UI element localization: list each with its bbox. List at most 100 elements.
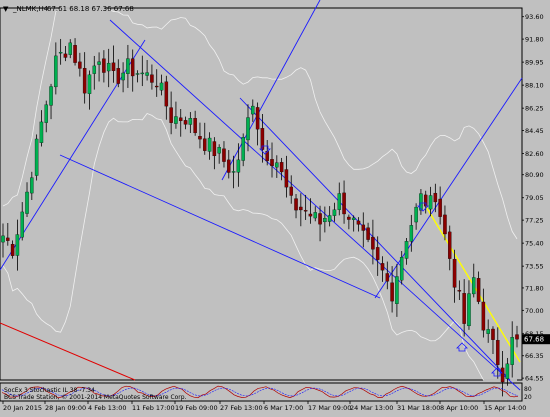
bull-candle xyxy=(236,159,241,173)
bear-candle xyxy=(183,120,188,125)
bull-candle xyxy=(25,191,29,214)
bull-candle xyxy=(39,121,44,143)
bull-candle xyxy=(30,177,34,194)
bull-candle xyxy=(92,65,97,74)
price-tick-label: 88.10 xyxy=(525,82,544,90)
bear-candle xyxy=(303,210,308,212)
price-tick-label: 93.60 xyxy=(525,13,544,21)
bear-candle xyxy=(299,206,303,211)
bull-candle xyxy=(332,209,337,216)
bull-candle xyxy=(188,118,193,125)
bull-candle xyxy=(472,277,476,295)
bear-candle xyxy=(390,282,394,302)
price-tick-label: 64.55 xyxy=(525,375,544,383)
bear-candle xyxy=(481,301,486,331)
bear-candle xyxy=(227,159,231,173)
price-tick-label: 84.45 xyxy=(525,127,544,135)
bear-candle xyxy=(178,117,183,122)
bear-candle xyxy=(212,141,217,157)
time-tick-label: 20 Jan 2015 xyxy=(3,404,42,412)
bear-candle xyxy=(361,224,366,231)
time-tick-label: 11 Feb 17:00 xyxy=(132,404,175,412)
bear-candle xyxy=(150,74,154,83)
bull-candle xyxy=(399,257,404,281)
bear-candle xyxy=(116,68,121,84)
price-chart[interactable]: 93.60 91.80 89.95 88.10 86.25 84.45 82.60 80.90… xyxy=(0,0,550,413)
bull-candle xyxy=(337,193,342,210)
bear-candle xyxy=(130,58,135,77)
bull-candle xyxy=(58,51,63,54)
bear-candle xyxy=(102,58,106,73)
bull-candle xyxy=(49,86,53,106)
watermark-text: BCS Trade Station, © 2001-2014 MetaQuote… xyxy=(4,394,187,401)
bull-candle xyxy=(409,225,414,242)
bull-candle xyxy=(145,72,149,76)
bear-candle xyxy=(294,198,298,211)
indicator-level-20: 20 xyxy=(524,394,532,401)
bull-candle xyxy=(44,104,48,123)
price-tick-label: 79.05 xyxy=(525,194,544,202)
bear-candle xyxy=(433,192,438,203)
bull-candle xyxy=(34,138,39,176)
bull-candle xyxy=(231,171,236,173)
time-tick-label: 6 Mar 17:00 xyxy=(264,404,303,412)
bear-candle xyxy=(500,367,505,383)
bull-candle xyxy=(1,235,5,243)
bull-candle xyxy=(68,42,73,55)
time-tick-label: 28 Jan 09:00 xyxy=(45,404,86,412)
chart-window[interactable]: 93.60 91.80 89.95 88.10 86.25 84.45 82.60 80.90… xyxy=(0,0,550,413)
bull-candle xyxy=(126,58,130,74)
price-tick-label: 89.95 xyxy=(525,59,544,67)
bear-candle xyxy=(270,159,274,167)
bear-candle xyxy=(443,214,447,235)
bull-candle xyxy=(467,293,471,327)
time-tick-label: 4 Feb 13:00 xyxy=(88,404,127,412)
bull-candle xyxy=(97,61,101,65)
price-tick-label: 91.80 xyxy=(525,36,544,44)
bull-candle xyxy=(486,329,490,334)
bear-candle xyxy=(284,169,289,188)
price-tick-label: 82.60 xyxy=(525,150,544,158)
indicator-label: SocEx 3 Stochastic IL 38 -7.34 xyxy=(4,387,95,394)
bear-candle xyxy=(515,334,519,340)
bear-candle xyxy=(203,138,207,151)
bull-candle xyxy=(135,73,140,75)
bull-candle xyxy=(414,206,418,223)
bull-candle xyxy=(428,195,433,210)
bull-candle xyxy=(351,217,356,220)
time-tick-label: 19 Feb 09:00 xyxy=(175,404,218,412)
bull-candle xyxy=(159,82,164,91)
price-tick-label: 77.25 xyxy=(525,217,544,225)
bear-candle xyxy=(318,213,322,225)
bull-candle xyxy=(275,162,279,168)
bull-candle xyxy=(87,74,92,94)
bear-candle xyxy=(198,136,202,140)
bull-candle xyxy=(404,241,409,259)
dropdown-arrow-icon[interactable]: ▼ xyxy=(3,5,9,13)
price-tick-label: 75.40 xyxy=(525,240,544,248)
bear-candle xyxy=(491,328,495,340)
bull-candle xyxy=(251,105,255,115)
time-tick-label: 24 Mar 13:00 xyxy=(350,404,393,412)
time-tick-label: 15 Apr 14:00 xyxy=(484,404,526,412)
ohlc-label: 67.61 68.18 67.36 67.68 xyxy=(47,5,134,13)
bull-candle xyxy=(395,276,399,304)
time-tick-label: 8 Apr 10:00 xyxy=(440,404,478,412)
bear-candle xyxy=(154,85,159,88)
bear-candle xyxy=(438,198,442,217)
price-tick-label: 86.25 xyxy=(525,105,544,113)
bull-candle xyxy=(54,55,58,88)
bear-candle xyxy=(385,273,390,282)
time-tick-label: 31 Mar 18:00 xyxy=(397,404,440,412)
time-tick-label: 17 Mar 09:00 xyxy=(308,404,351,412)
bear-candle xyxy=(10,243,15,256)
bear-candle xyxy=(73,45,77,63)
bear-candle xyxy=(356,220,361,225)
bear-candle xyxy=(371,236,375,250)
bull-candle xyxy=(15,234,20,256)
bear-candle xyxy=(347,216,351,220)
bear-candle xyxy=(476,278,481,302)
bear-candle xyxy=(380,263,385,271)
bear-candle xyxy=(289,186,293,196)
bull-candle xyxy=(241,137,245,161)
